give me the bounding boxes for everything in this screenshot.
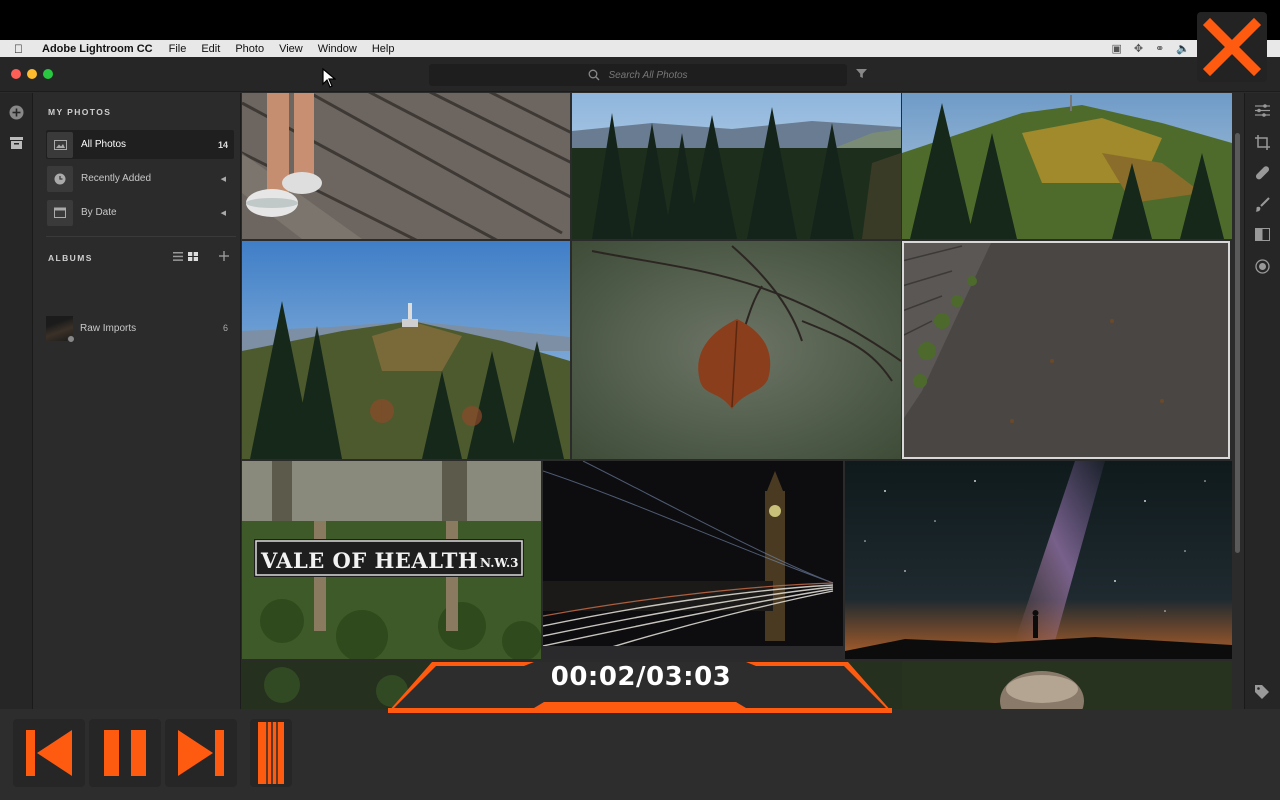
sidebar-divider <box>46 236 236 237</box>
album-raw-imports[interactable]: Raw Imports 6 <box>46 314 234 343</box>
timecode: 00:02/03:03 <box>550 662 732 692</box>
clock-icon <box>47 165 73 192</box>
menu-window[interactable]: Window <box>318 43 357 55</box>
caret-left-icon[interactable]: ◀ <box>221 209 226 217</box>
previous-button[interactable] <box>13 719 85 787</box>
sidebar-item-label: Recently Added <box>81 173 152 184</box>
sidebar-item-recently-added[interactable]: Recently Added ◀ <box>46 164 234 193</box>
screen-record-icon[interactable]: ▣ <box>1111 42 1121 55</box>
photo-forest-ridge <box>572 93 901 239</box>
sidebar-item-by-date[interactable]: By Date ◀ <box>46 198 234 227</box>
photo-tile[interactable] <box>902 241 1230 459</box>
photo-tile[interactable] <box>543 461 843 659</box>
linear-gradient-icon[interactable] <box>1255 228 1270 241</box>
album-label: Raw Imports <box>80 322 137 334</box>
photo-milky-way <box>845 461 1232 659</box>
add-album-icon[interactable] <box>219 251 229 261</box>
search-icon <box>588 69 600 81</box>
photo-tile[interactable]: VALE OF HEALTH N.W.3 <box>242 461 541 659</box>
status-icons: ▣ ✥ ⚭ 🔈 <box>1111 42 1190 55</box>
sidebar-item-label: By Date <box>81 207 117 218</box>
grid-scrollbar[interactable] <box>1232 93 1244 709</box>
close-icon <box>1202 17 1262 77</box>
close-video-button[interactable] <box>1197 12 1267 82</box>
zoom-window-button[interactable] <box>43 69 53 79</box>
sidebar-item-label: All Photos <box>81 139 127 150</box>
radial-gradient-icon[interactable] <box>1255 259 1270 274</box>
photo-count: 14 <box>217 139 228 150</box>
screen:  Adobe Lightroom CC File Edit Photo Vie… <box>0 0 1280 800</box>
photo-tile[interactable] <box>845 461 1232 659</box>
menu-help[interactable]: Help <box>372 43 395 55</box>
synced-icon <box>67 334 75 343</box>
healing-brush-icon[interactable] <box>1255 166 1270 181</box>
my-photos-title: MY PHOTOS <box>48 107 112 117</box>
caret-left-icon[interactable]: ◀ <box>221 175 226 183</box>
photo-grid: VALE OF HEALTH N.W.3 <box>242 93 1232 709</box>
grid-view-icon[interactable] <box>188 252 198 261</box>
photo-big-ben-trails <box>543 461 843 659</box>
photo-tile[interactable] <box>572 93 901 239</box>
menu-file[interactable]: File <box>169 43 187 55</box>
apple-icon[interactable]:  <box>14 42 28 56</box>
minimize-window-button[interactable] <box>27 69 37 79</box>
next-button[interactable] <box>165 719 237 787</box>
edit-sliders-icon[interactable] <box>1255 104 1270 117</box>
crop-icon[interactable] <box>1255 135 1270 150</box>
move-icon[interactable]: ✥ <box>1134 42 1143 55</box>
pause-button[interactable] <box>89 719 161 787</box>
app-menu[interactable]: Adobe Lightroom CC <box>42 43 153 55</box>
scrollbar-thumb[interactable] <box>1235 133 1240 553</box>
photo-tile[interactable] <box>242 241 570 459</box>
brush-icon[interactable] <box>1255 197 1270 212</box>
skip-next-icon <box>178 730 224 776</box>
progress-handle[interactable] <box>250 719 292 787</box>
photo-autumn-leaf <box>572 241 901 459</box>
menu-edit[interactable]: Edit <box>201 43 220 55</box>
search-input[interactable]: Search All Photos <box>608 70 687 81</box>
close-window-button[interactable] <box>11 69 21 79</box>
albums-title: ALBUMS <box>48 253 93 263</box>
sidebar-item-all-photos[interactable]: All Photos 14 <box>46 130 234 159</box>
right-toolstrip <box>1244 93 1280 709</box>
photo-portrait <box>902 661 1232 709</box>
photo-feet-boardwalk <box>242 93 570 239</box>
sidebar: MY PHOTOS All Photos 14 Recently Added ◀ <box>34 93 241 709</box>
sign-subtext: N.W.3 <box>480 556 519 570</box>
photo-tile[interactable] <box>902 93 1232 239</box>
creative-cloud-icon[interactable]: ⚭ <box>1155 42 1164 55</box>
album-thumbnail <box>46 315 75 343</box>
album-count: 6 <box>222 323 228 333</box>
tag-icon[interactable] <box>1255 685 1269 699</box>
photo-tile[interactable] <box>902 661 1232 709</box>
volume-icon[interactable]: 🔈 <box>1176 42 1190 55</box>
lightroom-window: Search All Photos MY PHOTOS All Photos 1… <box>0 57 1280 709</box>
filter-icon[interactable] <box>856 68 867 79</box>
left-toolstrip <box>0 93 33 709</box>
mac-menubar:  Adobe Lightroom CC File Edit Photo Vie… <box>0 40 1280 57</box>
add-photos-icon[interactable] <box>9 105 24 120</box>
photo-icon <box>47 131 73 158</box>
mouse-cursor-icon <box>322 68 336 88</box>
skip-previous-icon <box>26 730 72 776</box>
search-bar[interactable]: Search All Photos <box>429 64 847 86</box>
photo-autumn-mountain <box>902 93 1232 239</box>
pause-icon <box>104 730 146 776</box>
photo-tile[interactable] <box>242 93 570 239</box>
photo-mountain-tower <box>242 241 570 459</box>
photo-wet-ground <box>902 241 1230 459</box>
menu-photo[interactable]: Photo <box>235 43 264 55</box>
library-icon[interactable] <box>10 137 23 149</box>
calendar-icon <box>47 199 73 226</box>
list-view-icon[interactable] <box>173 252 183 261</box>
progress-handle-icon <box>258 722 284 784</box>
photo-tile[interactable] <box>572 241 901 459</box>
titlebar: Search All Photos <box>0 57 1280 92</box>
menu-view[interactable]: View <box>279 43 303 55</box>
sign-text: VALE OF HEALTH <box>261 548 479 573</box>
